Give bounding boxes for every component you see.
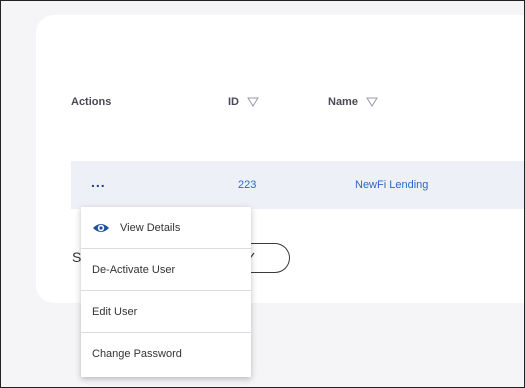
row-actions-menu: View Details De-Activate User Edit User … [81,207,251,377]
column-header-id[interactable]: ID [228,96,259,108]
column-header-name[interactable]: Name [328,96,378,108]
funnel-icon[interactable] [247,97,259,107]
row-id-cell[interactable]: 223 [238,179,256,191]
eye-icon [93,223,109,232]
column-header-id-label: ID [228,96,239,108]
screen-frame: Actions ID Name ... 223 NewFi Lending S … [0,0,525,388]
partial-label: S [72,249,82,265]
funnel-icon[interactable] [366,97,378,107]
menu-item-change-password[interactable]: Change Password [81,333,251,375]
menu-item-label: Edit User [92,305,138,318]
menu-item-view-details[interactable]: View Details [81,207,251,249]
menu-item-edit-user[interactable]: Edit User [81,291,251,333]
column-header-actions-label: Actions [71,96,112,108]
column-header-actions: Actions [71,96,111,108]
table-row[interactable] [71,161,524,209]
row-actions-button[interactable]: ... [91,175,106,189]
menu-item-label: Change Password [92,348,182,360]
column-header-name-label: Name [328,96,358,108]
menu-item-label: View Details [120,221,181,234]
menu-item-label: De-Activate User [92,263,176,276]
menu-item-deactivate-user[interactable]: De-Activate User [81,249,251,291]
row-name-cell[interactable]: NewFi Lending [355,179,428,191]
